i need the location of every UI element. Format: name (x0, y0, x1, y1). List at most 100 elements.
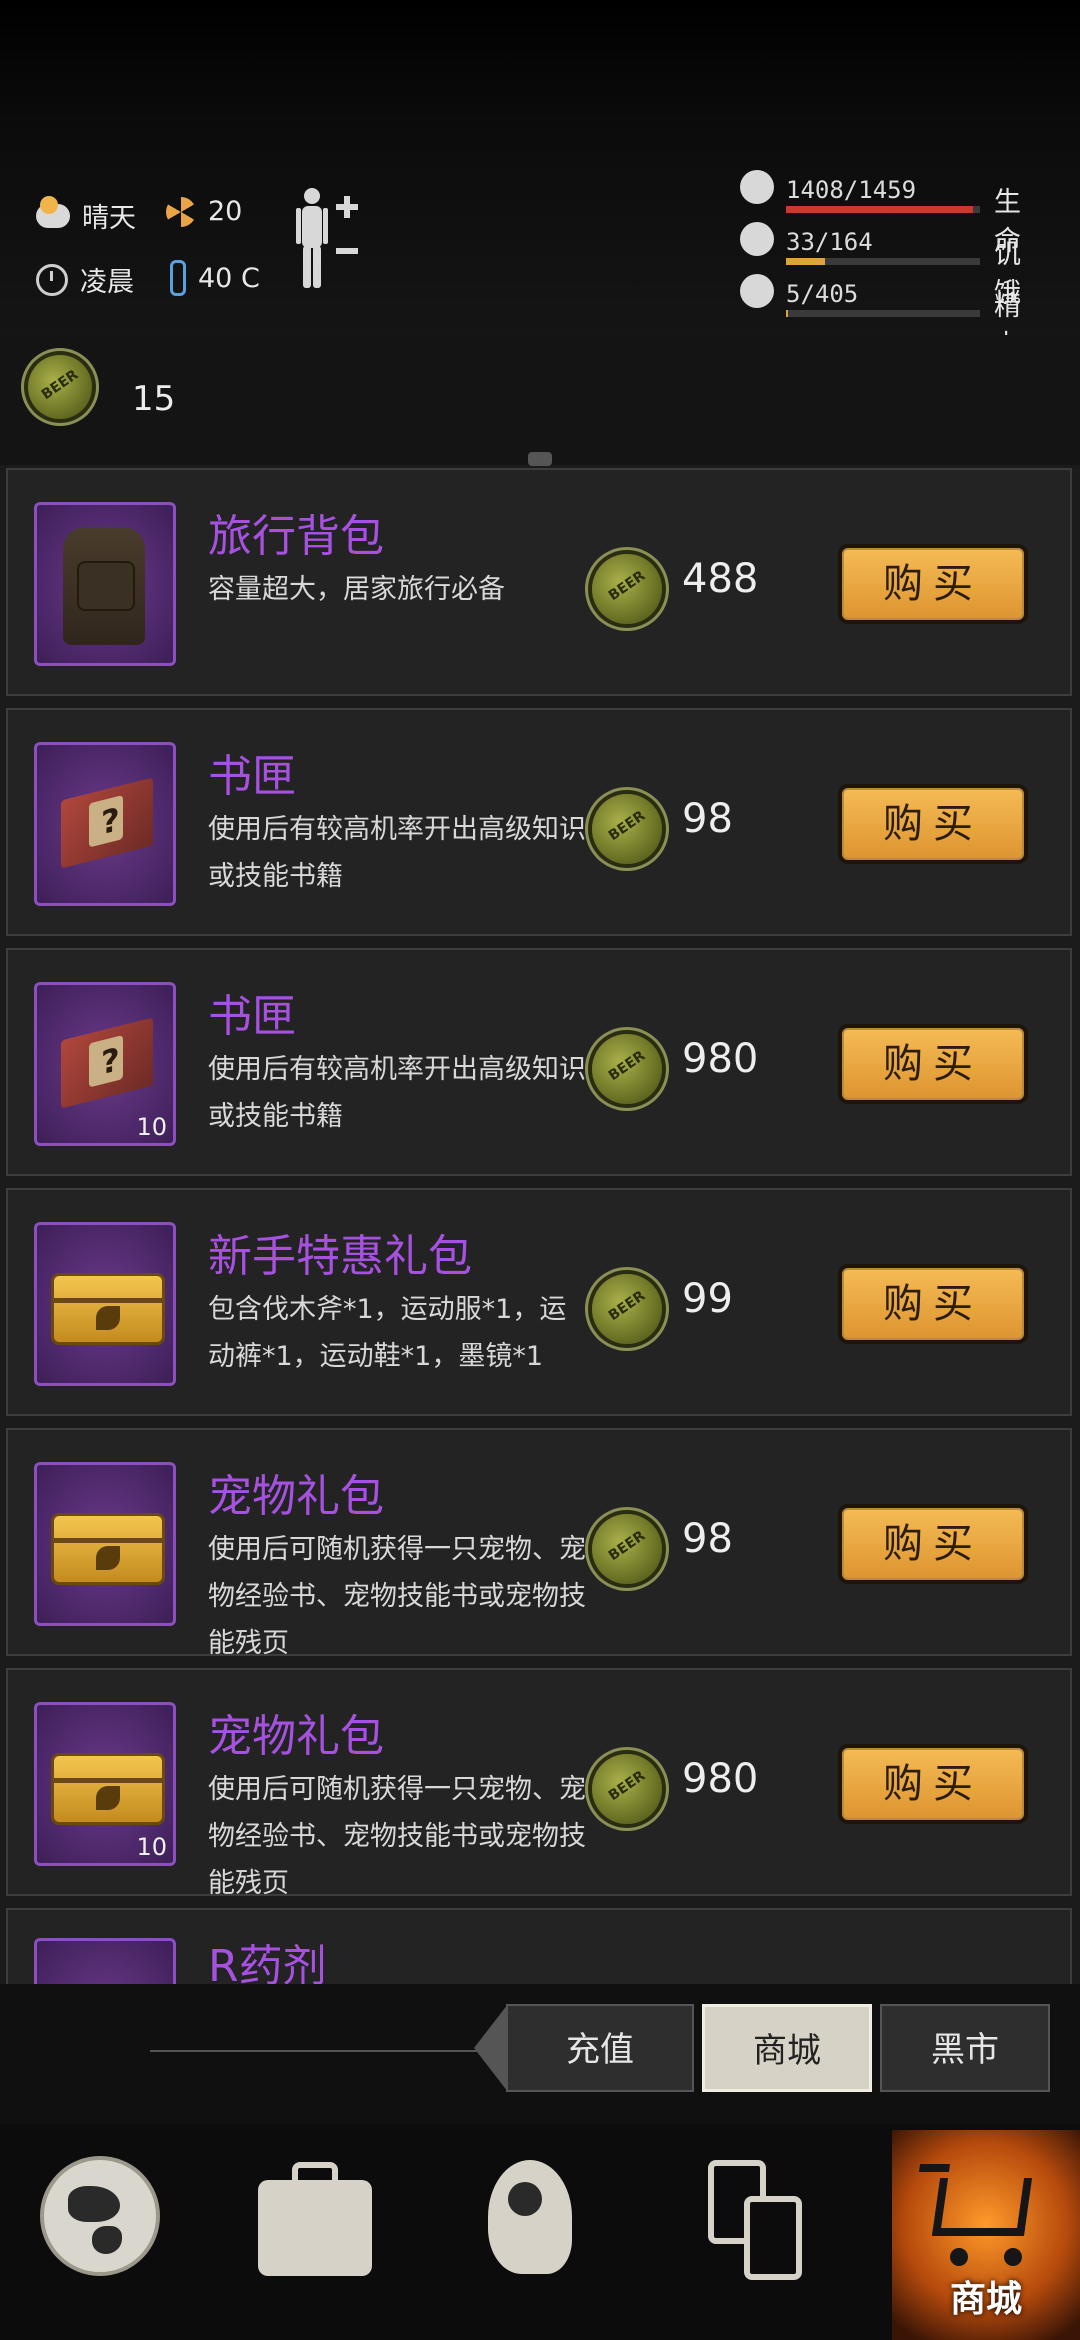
buy-button[interactable]: 购买 (838, 1744, 1028, 1824)
currency-amount: 15 (132, 379, 176, 419)
time-label: 凌晨 (80, 267, 134, 298)
item-price: 488 (682, 556, 759, 602)
item-name: 新手特惠礼包 (208, 1231, 472, 1282)
item-thumbnail: ? 10 (34, 982, 176, 1146)
item-price: 98 (682, 796, 733, 842)
tab-recharge[interactable]: 充值 (474, 2004, 694, 2092)
currency-row: BEER 15 (0, 335, 1080, 465)
item-price: 98 (682, 1516, 733, 1562)
cap-label: BEER (605, 567, 649, 604)
bottle-cap-icon: BEER (592, 1274, 662, 1344)
item-thumbnail: ? (34, 742, 176, 906)
item-price: 99 (682, 1276, 733, 1322)
suitcase-icon (258, 2162, 372, 2276)
thermometer-icon (170, 260, 186, 296)
item-name: 书匣 (208, 991, 296, 1042)
item-description: 使用后有较高机率开出高级知识或技能书籍 (208, 814, 586, 892)
cap-label: BEER (38, 366, 82, 403)
item-name: R药剂 (208, 1941, 327, 1988)
energy-value: 5/405 (786, 280, 859, 308)
nav-shop[interactable]: 商城 (892, 2130, 1080, 2340)
swap-icon-back (744, 2196, 802, 2280)
bottle-cap-icon: BEER (592, 1754, 662, 1824)
hunger-bar (786, 258, 980, 265)
book-box-icon: ? (61, 777, 153, 869)
weather-stat: 晴天 (36, 195, 136, 235)
item-name: 宠物礼包 (208, 1711, 384, 1762)
stomach-icon (740, 222, 774, 256)
heart-icon (740, 170, 774, 204)
shop-item: ? 10 书匣 使用后有较高机率开出高级知识或技能书籍 BEER 980 购买 (6, 948, 1072, 1176)
shop-item-partial: R药剂 (6, 1908, 1072, 1988)
backpack-icon (63, 527, 145, 645)
energy-bar (786, 310, 980, 317)
item-description: 使用后有较高机率开出高级知识或技能书籍 (208, 1054, 586, 1132)
buy-button[interactable]: 购买 (838, 544, 1028, 624)
cap-label: BEER (605, 1767, 649, 1804)
item-price: 980 (682, 1756, 759, 1802)
item-name: 书匣 (208, 751, 296, 802)
weather-label: 晴天 (82, 203, 136, 234)
bottle-cap-icon: BEER (28, 355, 92, 419)
shop-item: ? 书匣 使用后有较高机率开出高级知识或技能书籍 BEER 98 购买 (6, 708, 1072, 936)
gift-chest-icon (51, 1753, 165, 1825)
item-thumbnail (34, 1938, 176, 1986)
bottle-cap-icon: BEER (592, 1034, 662, 1104)
shop-item: 新手特惠礼包 包含伐木斧*1，运动服*1，运动裤*1，运动鞋*1，墨镜*1 BE… (6, 1188, 1072, 1416)
tab-black-market[interactable]: 黑市 (880, 2004, 1050, 2092)
health-bar (786, 206, 980, 213)
temperature-stat: 40 C (170, 260, 260, 296)
buy-button[interactable]: 购买 (838, 784, 1028, 864)
cap-label: BEER (605, 1527, 649, 1564)
shop-item: 旅行背包 容量超大，居家旅行必备 BEER 488 购买 (6, 468, 1072, 696)
nav-skills[interactable] (460, 2146, 610, 2296)
question-mark-icon: ? (101, 1039, 120, 1083)
item-thumbnail (34, 502, 176, 666)
tab-shop[interactable]: 商城 (702, 2004, 872, 2092)
bottle-cap-icon: BEER (592, 1514, 662, 1584)
cap-label: BEER (605, 807, 649, 844)
divider-ornament (528, 452, 552, 466)
shopping-cart-icon (931, 2178, 1033, 2236)
nav-world-map[interactable] (30, 2146, 180, 2296)
radiation-stat: 20 (166, 196, 242, 227)
item-description: 容量超大，居家旅行必备 (208, 574, 505, 605)
buy-button[interactable]: 购买 (838, 1024, 1028, 1104)
item-description: 使用后可随机获得一只宠物、宠物经验书、宠物技能书或宠物技能残页 (208, 1534, 586, 1659)
book-box-icon: ? (61, 1017, 153, 1109)
temperature-value: 40 C (198, 262, 260, 294)
nav-trade[interactable] (682, 2146, 832, 2296)
item-name: 宠物礼包 (208, 1471, 384, 1522)
clock-icon (36, 263, 68, 296)
hunger-value: 33/164 (786, 228, 873, 256)
globe-icon (40, 2156, 160, 2276)
cart-wheel (950, 2248, 968, 2266)
shop-item: 宠物礼包 使用后可随机获得一只宠物、宠物经验书、宠物技能书或宠物技能残页 BEE… (6, 1428, 1072, 1659)
item-description: 包含伐木斧*1，运动服*1，运动裤*1，运动鞋*1，墨镜*1 (208, 1294, 567, 1372)
health-value: 1408/1459 (786, 176, 917, 204)
cap-label: BEER (605, 1047, 649, 1084)
cap-label: BEER (605, 1287, 649, 1324)
buy-button[interactable]: 购买 (838, 1504, 1028, 1584)
body-status-icon[interactable] (296, 186, 360, 290)
cart-wheel (1004, 2248, 1022, 2266)
buy-button[interactable]: 购买 (838, 1264, 1028, 1344)
sunny-cloud-icon (36, 195, 70, 228)
gift-chest-icon (51, 1273, 165, 1345)
status-bar: 晴天 20 凌晨 40 C 1408/1459 生命 33/164 饥饿 5/4… (0, 0, 1080, 361)
bottle-cap-icon: BEER (592, 554, 662, 624)
radiation-value: 20 (208, 196, 243, 227)
gift-chest-icon (51, 1513, 165, 1585)
item-thumbnail: 10 (34, 1702, 176, 1866)
item-count: 10 (136, 1833, 167, 1861)
tabs-divider (150, 2050, 520, 2052)
nav-inventory[interactable] (244, 2146, 394, 2296)
head-gear-icon (488, 2160, 572, 2274)
item-thumbnail (34, 1462, 176, 1626)
question-mark-icon: ? (101, 799, 120, 843)
radiation-icon (166, 196, 196, 227)
shop-item: 10 宠物礼包 使用后可随机获得一只宠物、宠物经验书、宠物技能书或宠物技能残页 … (6, 1668, 1072, 1899)
item-count: 10 (136, 1113, 167, 1141)
item-thumbnail (34, 1222, 176, 1386)
time-stat: 凌晨 (36, 260, 134, 299)
